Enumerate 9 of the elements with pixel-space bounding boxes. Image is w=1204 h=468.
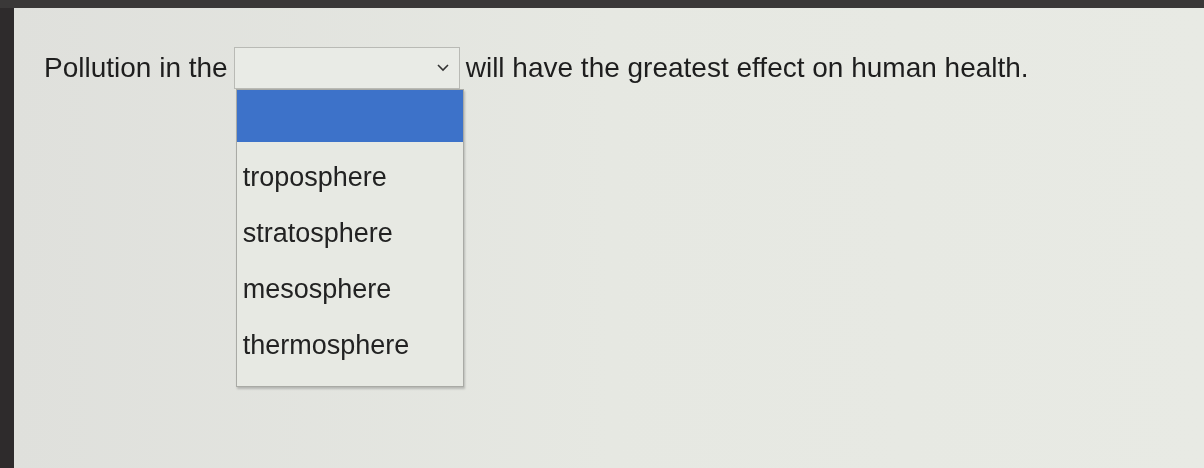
dropdown-option[interactable]: mesosphere <box>236 262 463 318</box>
chevron-down-icon <box>436 64 449 72</box>
question-text: Pollution in the <box>44 52 228 84</box>
dropdown-option[interactable]: thermosphere <box>236 318 463 374</box>
dropdown-option[interactable]: stratosphere <box>236 206 463 262</box>
question-text: will have the greatest effect on human health. <box>465 52 1029 84</box>
answer-dropdown[interactable] <box>233 47 460 89</box>
dropdown-option[interactable]: troposphere <box>236 150 463 206</box>
blank-option[interactable] <box>236 90 463 142</box>
